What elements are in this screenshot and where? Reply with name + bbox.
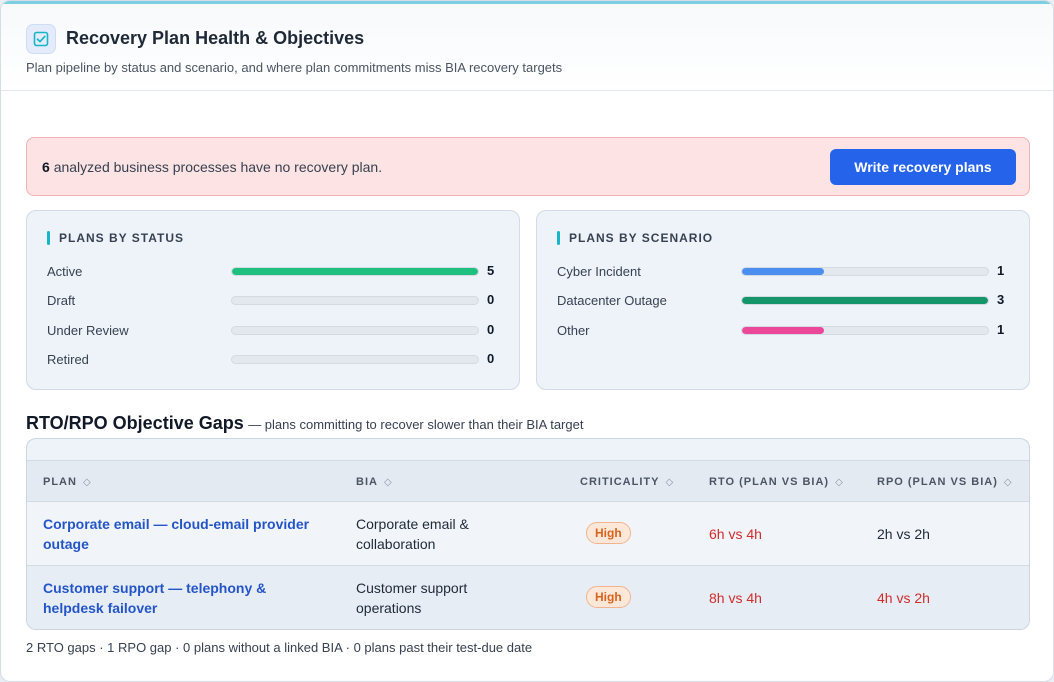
column-header-rpo[interactable]: RPO (PLAN VS BIA) ◇ bbox=[877, 476, 1012, 488]
scenario-bar-track bbox=[741, 326, 989, 335]
status-count: 0 bbox=[487, 292, 495, 307]
scenario-label: Datacenter Outage bbox=[557, 293, 667, 308]
scenario-count: 1 bbox=[997, 322, 1005, 337]
scenario-count: 1 bbox=[997, 263, 1005, 278]
alert-message: 6 analyzed business processes have no re… bbox=[42, 159, 382, 175]
objective-gaps-note: — plans committing to recover slower tha… bbox=[248, 417, 584, 432]
status-bar-track bbox=[231, 355, 479, 364]
plans-by-status-card: PLANS BY STATUS Active 5 Draft 0 Under R… bbox=[26, 210, 520, 390]
status-row-draft: Draft 0 bbox=[47, 290, 507, 310]
gaps-summary: 2 RTO gaps · 1 RPO gap · 0 plans without… bbox=[26, 640, 533, 655]
status-bar-fill bbox=[232, 268, 478, 275]
column-header-plan[interactable]: PLAN ◇ bbox=[43, 476, 91, 488]
plans-by-scenario-title: PLANS BY SCENARIO bbox=[557, 231, 713, 245]
checklist-icon bbox=[26, 24, 56, 54]
status-count: 5 bbox=[487, 263, 495, 278]
status-bar-track bbox=[231, 326, 479, 335]
status-count: 0 bbox=[487, 351, 495, 366]
alert-count: 6 bbox=[42, 159, 50, 175]
column-header-label: BIA bbox=[356, 476, 378, 488]
table-row[interactable]: Corporate email — cloud-email provider o… bbox=[27, 502, 1029, 566]
plans-by-status-title: PLANS BY STATUS bbox=[47, 231, 184, 245]
page-title: Recovery Plan Health & Objectives bbox=[66, 28, 365, 48]
sort-icon[interactable]: ◇ bbox=[665, 477, 673, 488]
scenario-count: 3 bbox=[997, 292, 1005, 307]
column-header-label: RTO (PLAN VS BIA) bbox=[709, 476, 830, 488]
panel-header: Recovery Plan Health & Objectives Plan p… bbox=[1, 4, 1053, 91]
recovery-plan-panel: Recovery Plan Health & Objectives Plan p… bbox=[0, 0, 1054, 682]
plan-link[interactable]: Customer support — telephony & helpdesk … bbox=[43, 578, 266, 618]
plan-link[interactable]: Corporate email — cloud-email provider o… bbox=[43, 514, 309, 554]
plan-name-line[interactable]: Corporate email — cloud-email provider bbox=[43, 514, 309, 534]
scenario-row-cyber-incident: Cyber Incident 1 bbox=[557, 261, 1017, 281]
plan-name-line[interactable]: Customer support — telephony & bbox=[43, 578, 266, 598]
sort-icon[interactable]: ◇ bbox=[384, 477, 392, 488]
criticality-badge: High bbox=[586, 586, 631, 608]
bia-name-line: collaboration bbox=[356, 536, 436, 552]
scenario-row-other: Other 1 bbox=[557, 320, 1017, 340]
scenario-bar-track bbox=[741, 267, 989, 276]
bia-name-line: operations bbox=[356, 600, 422, 616]
page-subtitle: Plan pipeline by status and scenario, an… bbox=[26, 60, 563, 75]
rpo-value: 4h vs 2h bbox=[877, 590, 930, 606]
plan-name-line[interactable]: helpdesk failover bbox=[43, 598, 266, 618]
sort-icon[interactable]: ◇ bbox=[1004, 477, 1012, 488]
bia-name: Corporate email & collaboration bbox=[356, 514, 469, 554]
table-header: PLAN ◇ BIA ◇ CRITICALITY ◇ RTO (PLAN VS BIA… bbox=[27, 460, 1029, 502]
scenario-bar-track bbox=[741, 296, 989, 305]
column-header-label: PLAN bbox=[43, 476, 77, 488]
column-header-rto[interactable]: RTO (PLAN VS BIA) ◇ bbox=[709, 476, 843, 488]
scenario-bar-fill bbox=[742, 297, 988, 304]
status-label: Active bbox=[47, 264, 83, 279]
column-header-criticality[interactable]: CRITICALITY ◇ bbox=[580, 476, 673, 488]
scenario-label: Cyber Incident bbox=[557, 264, 641, 279]
missing-plans-alert: 6 analyzed business processes have no re… bbox=[26, 137, 1030, 196]
status-label: Draft bbox=[47, 293, 76, 308]
sort-icon[interactable]: ◇ bbox=[835, 477, 843, 488]
scenario-bar-fill bbox=[742, 268, 824, 275]
column-header-bia[interactable]: BIA ◇ bbox=[356, 476, 392, 488]
plan-name-line[interactable]: outage bbox=[43, 534, 309, 554]
sort-icon[interactable]: ◇ bbox=[83, 477, 91, 488]
scenario-bar-fill bbox=[742, 327, 824, 334]
rto-value: 8h vs 4h bbox=[709, 590, 762, 606]
status-label: Retired bbox=[47, 352, 89, 367]
column-header-label: CRITICALITY bbox=[580, 476, 660, 488]
scenario-row-datacenter-outage: Datacenter Outage 3 bbox=[557, 290, 1017, 310]
rto-value: 6h vs 4h bbox=[709, 526, 762, 542]
status-count: 0 bbox=[487, 322, 495, 337]
bia-name: Customer support operations bbox=[356, 578, 467, 618]
write-recovery-plans-button[interactable]: Write recovery plans bbox=[830, 149, 1016, 185]
status-label: Under Review bbox=[47, 323, 129, 338]
objective-gaps-table: PLAN ◇ BIA ◇ CRITICALITY ◇ RTO (PLAN VS BIA… bbox=[26, 438, 1030, 630]
status-row-under-review: Under Review 0 bbox=[47, 320, 507, 340]
status-bar-track bbox=[231, 267, 479, 276]
rpo-value: 2h vs 2h bbox=[877, 526, 930, 542]
status-bar-track bbox=[231, 296, 479, 305]
status-row-retired: Retired 0 bbox=[47, 349, 507, 369]
status-row-active: Active 5 bbox=[47, 261, 507, 281]
column-header-label: RPO (PLAN VS BIA) bbox=[877, 476, 998, 488]
objective-gaps-title: RTO/RPO Objective Gaps bbox=[26, 413, 244, 433]
bia-name-line: Corporate email & bbox=[356, 516, 469, 532]
bia-name-line: Customer support bbox=[356, 580, 468, 596]
table-row[interactable]: Customer support — telephony & helpdesk … bbox=[27, 566, 1029, 629]
plans-by-scenario-card: PLANS BY SCENARIO Cyber Incident 1 Datac… bbox=[536, 210, 1030, 390]
criticality-badge: High bbox=[586, 522, 631, 544]
scenario-label: Other bbox=[557, 323, 590, 338]
alert-text: analyzed business processes have no reco… bbox=[53, 159, 383, 175]
objective-gaps-heading: RTO/RPO Objective Gaps — plans committin… bbox=[26, 413, 583, 434]
